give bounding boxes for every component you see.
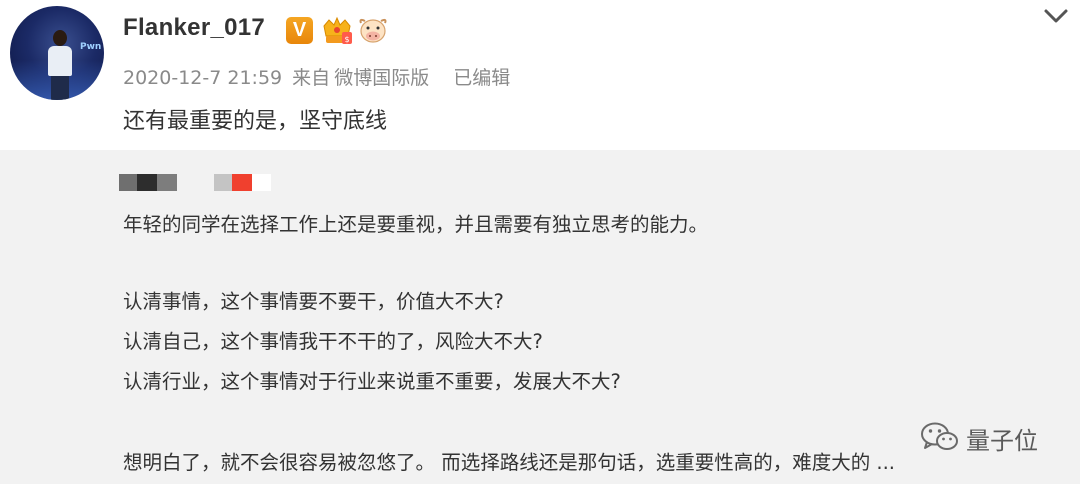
quoted-post[interactable] bbox=[0, 150, 1080, 484]
crown-badge-icon[interactable]: $ bbox=[320, 16, 354, 46]
edited-label[interactable]: 已编辑 bbox=[453, 67, 510, 89]
quote-line: 年轻的同学在选择工作上还是要重视，并且需要有独立思考的能力。 bbox=[123, 213, 709, 236]
blurred-username bbox=[119, 174, 177, 191]
username[interactable]: Flanker_017 bbox=[123, 14, 265, 42]
bull-badge-icon[interactable] bbox=[357, 16, 389, 46]
quote-line: 认清事情，这个事情要不要干，价值大不大? bbox=[123, 290, 504, 313]
user-avatar[interactable]: Pwn bbox=[10, 6, 104, 100]
source-prefix: 来自 bbox=[292, 67, 331, 89]
avatar-backdrop-text: Pwn bbox=[80, 42, 102, 52]
quote-line: 认清行业，这个事情对于行业来说重不重要，发展大不大? bbox=[123, 370, 621, 393]
blurred-badge bbox=[214, 174, 271, 191]
quote-line: 认清自己，这个事情我干不干的了，风险大不大? bbox=[123, 330, 543, 353]
svg-text:$: $ bbox=[344, 35, 349, 44]
verified-v-icon[interactable]: V bbox=[286, 17, 313, 44]
chevron-down-icon[interactable] bbox=[1040, 6, 1072, 26]
quote-line: 想明白了，就不会很容易被忽悠了。 而选择路线还是那句话，选重要性高的，难度大的 … bbox=[123, 451, 895, 474]
post-meta: 2020-12-7 21:59 来自 微博国际版 已编辑 bbox=[123, 63, 514, 90]
post-timestamp[interactable]: 2020-12-7 21:59 bbox=[123, 67, 282, 89]
wechat-icon bbox=[921, 422, 958, 450]
avatar-person bbox=[48, 30, 72, 100]
watermark-text: 量子位 bbox=[966, 427, 1038, 455]
post-header: Pwn Flanker_017 V $ 2020-12-7 21:59 来自 微博… bbox=[0, 0, 1080, 150]
post-text: 还有最重要的是，坚守底线 bbox=[123, 109, 388, 134]
post-source[interactable]: 微博国际版 bbox=[334, 67, 429, 89]
